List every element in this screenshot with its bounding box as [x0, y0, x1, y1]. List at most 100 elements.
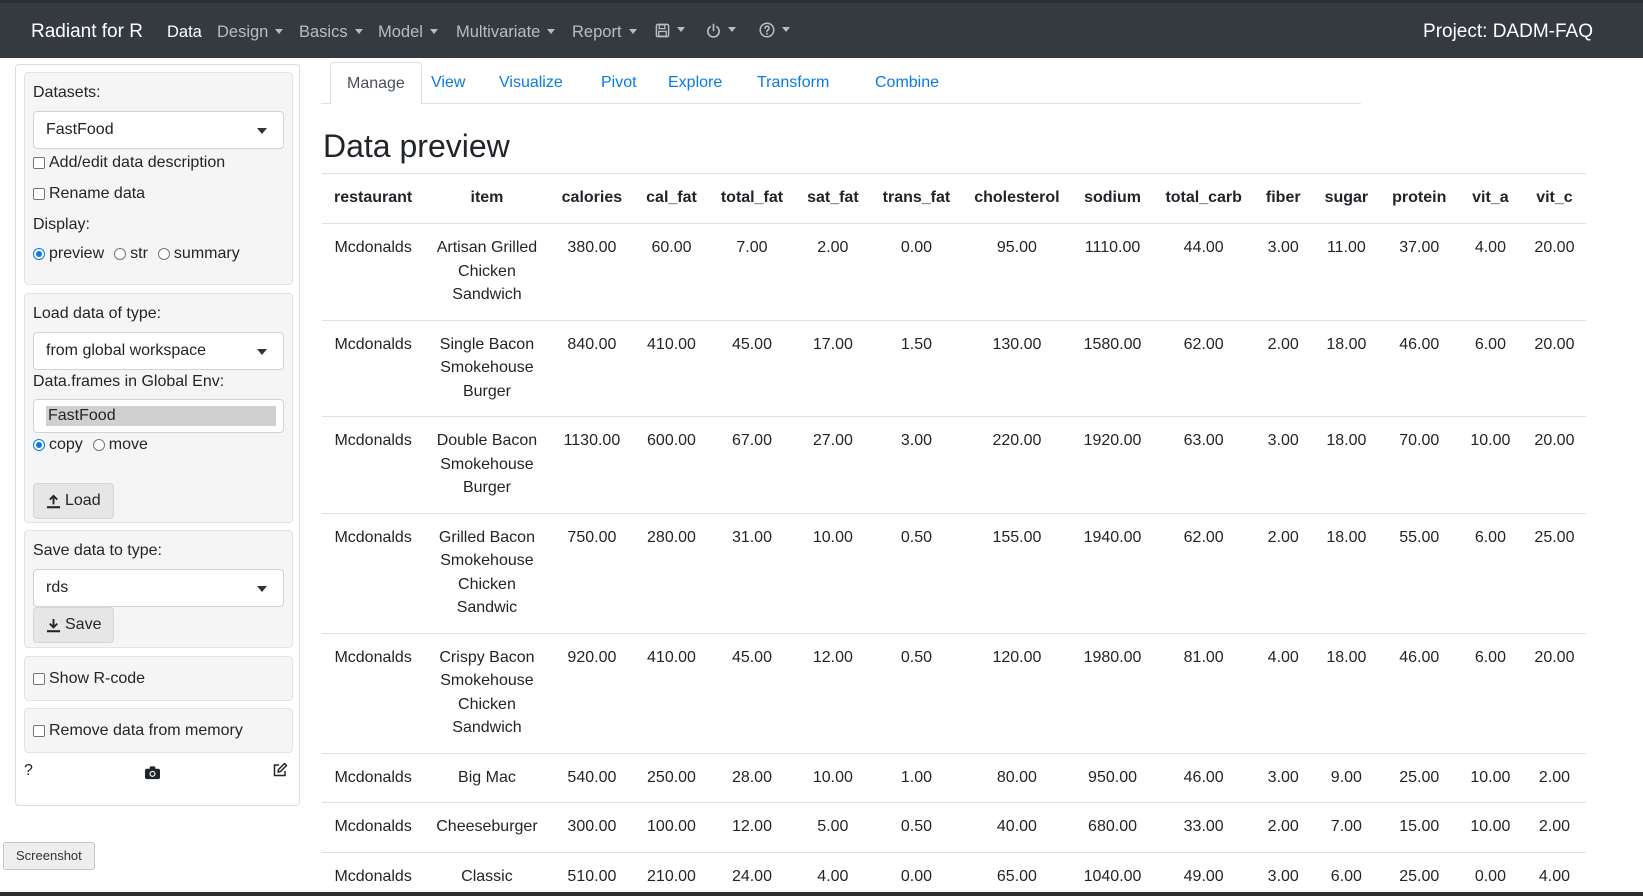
- column-header: sugar: [1312, 173, 1381, 224]
- table-cell: 410.00: [634, 633, 709, 754]
- load-panel: Load data of type: from global workspace…: [24, 293, 293, 523]
- copy-move-radio-group: copy move: [33, 436, 158, 454]
- save-type-select[interactable]: rds: [33, 569, 284, 607]
- table-cell: 3.00: [1253, 223, 1313, 321]
- table-cell: 4.00: [1253, 633, 1313, 754]
- load-button[interactable]: Load: [33, 483, 114, 519]
- radio-button[interactable]: [33, 248, 45, 260]
- tab-visualize[interactable]: Visualize: [483, 62, 579, 104]
- table-cell: 62.00: [1153, 513, 1254, 634]
- global-env-list[interactable]: FastFood: [33, 399, 284, 433]
- table-cell: 600.00: [634, 416, 709, 514]
- table-row: Mcdonalds Double Bacon Smokehouse Burger 1…: [322, 416, 1587, 514]
- table-cell: 20.00: [1522, 416, 1587, 514]
- table-cell: 2.00: [1253, 320, 1313, 417]
- tab-explore[interactable]: Explore: [652, 62, 738, 104]
- display-option-preview[interactable]: preview: [33, 245, 104, 263]
- datasets-panel: Datasets: FastFood Add/edit data descrip…: [24, 72, 293, 285]
- checkbox-box[interactable]: [33, 673, 45, 685]
- table-cell: 28.00: [708, 753, 796, 803]
- radio-button[interactable]: [92, 439, 105, 451]
- table-cell: 380.00: [549, 223, 635, 321]
- table-cell: 680.00: [1071, 802, 1154, 853]
- table-cell: Mcdonalds: [322, 852, 425, 896]
- table-cell: 750.00: [549, 513, 635, 634]
- checkbox-box[interactable]: [33, 725, 45, 737]
- table-cell: 24.00: [708, 852, 796, 896]
- table-cell: 4.00: [795, 852, 871, 896]
- help-question-icon[interactable]: ?: [24, 762, 33, 780]
- nav-power-menu[interactable]: [706, 22, 736, 39]
- add-edit-description-checkbox[interactable]: Add/edit data description: [33, 154, 225, 172]
- nav-data[interactable]: Data: [167, 23, 202, 42]
- column-header: vit_c: [1522, 173, 1587, 224]
- save-type-select-value: rds: [46, 579, 69, 596]
- table-cell: 33.00: [1153, 802, 1254, 853]
- tab-pivot[interactable]: Pivot: [585, 62, 653, 104]
- nav-basics[interactable]: Basics: [299, 23, 363, 42]
- table-cell: Artisan Grilled Chicken Sandwich: [424, 223, 550, 321]
- camera-icon[interactable]: [144, 765, 161, 785]
- nav-help-menu[interactable]: [759, 22, 790, 39]
- table-cell: 280.00: [634, 513, 709, 634]
- table-cell: 0.50: [870, 513, 963, 634]
- table-cell: 45.00: [708, 633, 796, 754]
- table-cell: 12.00: [708, 802, 796, 853]
- power-icon: [707, 23, 720, 38]
- display-option-summary[interactable]: summary: [157, 245, 240, 263]
- column-header: fiber: [1253, 173, 1313, 224]
- option-copy[interactable]: copy: [33, 436, 83, 454]
- option-move[interactable]: move: [92, 436, 148, 454]
- checkbox-box[interactable]: [33, 157, 45, 169]
- display-option-str[interactable]: str: [114, 245, 148, 263]
- tab-view[interactable]: View: [415, 62, 481, 104]
- top-navbar: Radiant for R Data Design Basics Model M…: [0, 0, 1643, 58]
- radio-button[interactable]: [157, 248, 170, 260]
- chevron-down-icon: [728, 27, 736, 32]
- dataset-select[interactable]: FastFood: [33, 111, 284, 149]
- nav-save-menu[interactable]: [655, 22, 685, 39]
- column-header: sat_fat: [795, 173, 871, 224]
- table-cell: 220.00: [962, 416, 1072, 514]
- checkbox-box[interactable]: [33, 188, 45, 200]
- save-icon: [655, 23, 670, 38]
- table-cell: 100.00: [634, 802, 709, 853]
- column-header: calories: [549, 173, 635, 224]
- table-cell: 6.00: [1458, 513, 1523, 634]
- app-brand[interactable]: Radiant for R: [31, 21, 143, 43]
- nav-multivariate[interactable]: Multivariate: [456, 23, 556, 42]
- table-cell: Double Bacon Smokehouse Burger: [424, 416, 550, 514]
- table-cell: 4.00: [1458, 223, 1523, 321]
- tab-transform[interactable]: Transform: [741, 62, 845, 104]
- table-cell: 950.00: [1071, 753, 1154, 803]
- display-label: Display:: [33, 216, 90, 233]
- tab-manage[interactable]: Manage: [330, 62, 422, 105]
- rename-data-checkbox[interactable]: Rename data: [33, 185, 145, 203]
- table-cell: 46.00: [1380, 320, 1459, 417]
- radio-button[interactable]: [114, 248, 127, 260]
- table-cell: 20.00: [1522, 633, 1587, 754]
- edit-icon[interactable]: [272, 762, 288, 783]
- table-cell: 1580.00: [1071, 320, 1154, 417]
- column-header: restaurant: [322, 173, 425, 224]
- help-icon: [759, 22, 775, 38]
- remove-data-checkbox[interactable]: Remove data from memory: [33, 722, 243, 740]
- nav-design[interactable]: Design: [217, 23, 284, 42]
- nav-model[interactable]: Model: [378, 23, 438, 42]
- radio-button[interactable]: [33, 439, 45, 451]
- column-header: cal_fat: [634, 173, 709, 224]
- table-cell: Mcdonalds: [322, 802, 425, 853]
- nav-report[interactable]: Report: [572, 23, 637, 42]
- table-cell: Mcdonalds: [322, 513, 425, 634]
- save-panel: Save data to type: rds Save: [24, 530, 293, 648]
- sidebar: Datasets: FastFood Add/edit data descrip…: [15, 64, 300, 806]
- load-type-select[interactable]: from global workspace: [33, 332, 284, 370]
- show-rcode-checkbox[interactable]: Show R-code: [33, 670, 145, 688]
- table-cell: Mcdonalds: [322, 223, 425, 321]
- table-cell: Classic: [424, 852, 550, 896]
- table-row: Mcdonalds Big Mac 540.00 250.00 28.00 10.00 1.…: [322, 753, 1587, 803]
- global-env-item[interactable]: FastFood: [46, 406, 276, 426]
- tab-combine[interactable]: Combine: [859, 62, 955, 104]
- save-button[interactable]: Save: [33, 607, 115, 643]
- table-cell: 25.00: [1522, 513, 1587, 634]
